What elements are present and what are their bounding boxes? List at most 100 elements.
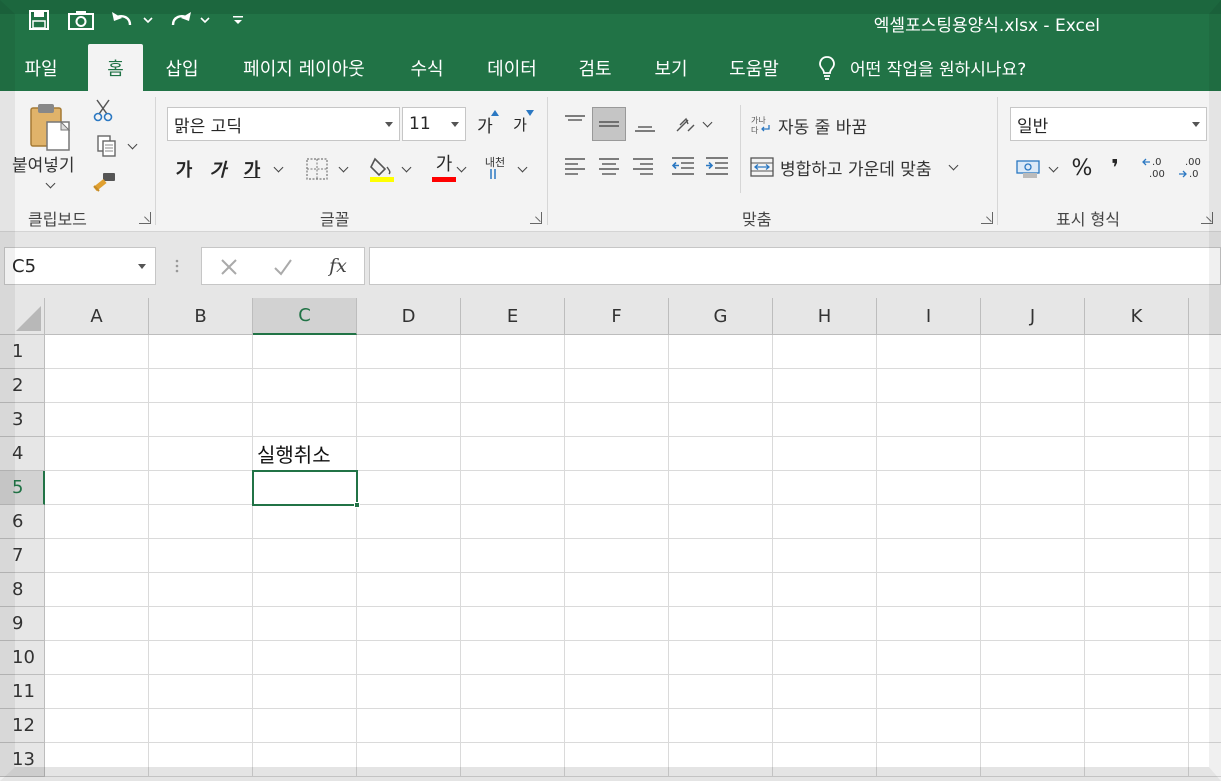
cell-i7[interactable] — [877, 539, 981, 573]
cell-j11[interactable] — [981, 675, 1085, 709]
cell-j4[interactable] — [981, 437, 1085, 471]
cell-c11[interactable] — [253, 675, 357, 709]
cell-j12[interactable] — [981, 709, 1085, 743]
insert-function-icon[interactable]: 𝑓x — [324, 252, 352, 280]
cell-g2[interactable] — [669, 369, 773, 403]
cell-d6[interactable] — [357, 505, 461, 539]
cell-i13[interactable] — [877, 743, 981, 777]
cell-e1[interactable] — [461, 335, 565, 369]
redo-icon[interactable] — [167, 7, 215, 33]
cell-d12[interactable] — [357, 709, 461, 743]
column-header-b[interactable]: B — [149, 298, 253, 335]
phonetic-guide-button[interactable]: 내천 — [482, 151, 508, 185]
cell-a6[interactable] — [45, 505, 149, 539]
cell-d9[interactable] — [357, 607, 461, 641]
cell-h2[interactable] — [773, 369, 877, 403]
align-right-icon[interactable] — [628, 149, 658, 183]
cell-c8[interactable] — [253, 573, 357, 607]
font-color-chevron-icon[interactable] — [452, 161, 470, 177]
cell-e7[interactable] — [461, 539, 565, 573]
cell-h6[interactable] — [773, 505, 877, 539]
cell-g3[interactable] — [669, 403, 773, 437]
cell-b7[interactable] — [149, 539, 253, 573]
cell-h10[interactable] — [773, 641, 877, 675]
cell-a9[interactable] — [45, 607, 149, 641]
cancel-icon[interactable] — [216, 254, 242, 280]
cell-k5[interactable] — [1085, 471, 1189, 505]
cell-f2[interactable] — [565, 369, 669, 403]
row-header-11[interactable]: 11 — [0, 675, 45, 709]
row-header-4[interactable]: 4 — [0, 437, 45, 471]
cell-e13[interactable] — [461, 743, 565, 777]
cell-b2[interactable] — [149, 369, 253, 403]
cell-k12[interactable] — [1085, 709, 1189, 743]
row-header-7[interactable]: 7 — [0, 539, 45, 573]
cell-k6[interactable] — [1085, 505, 1189, 539]
cell-f3[interactable] — [565, 403, 669, 437]
format-painter-icon[interactable] — [90, 169, 118, 195]
cell-f7[interactable] — [565, 539, 669, 573]
cell-b11[interactable] — [149, 675, 253, 709]
cell-e4[interactable] — [461, 437, 565, 471]
cell-e9[interactable] — [461, 607, 565, 641]
tab-file[interactable]: 파일 — [6, 44, 76, 91]
cell-a5[interactable] — [45, 471, 149, 505]
wrap-text-button[interactable]: 가나 다 자동 줄 바꿈 — [750, 109, 890, 141]
number-launcher-icon[interactable] — [1201, 212, 1213, 224]
cell-a8[interactable] — [45, 573, 149, 607]
italic-button[interactable]: 가 — [204, 153, 232, 185]
cell-h9[interactable] — [773, 607, 877, 641]
cell-f10[interactable] — [565, 641, 669, 675]
grow-font-button[interactable]: 가 — [471, 109, 499, 139]
row-header-8[interactable]: 8 — [0, 573, 45, 607]
cell-b10[interactable] — [149, 641, 253, 675]
row-header-1[interactable]: 1 — [0, 335, 45, 369]
cell-a7[interactable] — [45, 539, 149, 573]
accounting-format-button[interactable] — [1010, 153, 1062, 185]
column-header-i[interactable]: I — [877, 298, 981, 335]
increase-indent-icon[interactable] — [702, 149, 732, 183]
cell-c6[interactable] — [253, 505, 357, 539]
cell-k13[interactable] — [1085, 743, 1189, 777]
cell-h11[interactable] — [773, 675, 877, 709]
undo-icon[interactable] — [108, 7, 156, 33]
name-box[interactable]: C5 — [4, 247, 156, 285]
cell-e6[interactable] — [461, 505, 565, 539]
cell-e5[interactable] — [461, 471, 565, 505]
decrease-indent-icon[interactable] — [668, 149, 698, 183]
phonetic-chevron-icon[interactable] — [512, 161, 532, 177]
cell-j1[interactable] — [981, 335, 1085, 369]
cell-h4[interactable] — [773, 437, 877, 471]
tab-review[interactable]: 검토 — [564, 44, 626, 91]
percent-style-button[interactable]: % — [1066, 151, 1098, 185]
cell-a3[interactable] — [45, 403, 149, 437]
cell-b9[interactable] — [149, 607, 253, 641]
cell-j5[interactable] — [981, 471, 1085, 505]
cell-f11[interactable] — [565, 675, 669, 709]
cell-j10[interactable] — [981, 641, 1085, 675]
column-header-h[interactable]: H — [773, 298, 877, 335]
cell-g12[interactable] — [669, 709, 773, 743]
alignment-launcher-icon[interactable] — [981, 212, 993, 224]
cell-h3[interactable] — [773, 403, 877, 437]
cell-k9[interactable] — [1085, 607, 1189, 641]
cell-c5[interactable] — [253, 471, 357, 505]
cell-e2[interactable] — [461, 369, 565, 403]
column-header-g[interactable]: G — [669, 298, 773, 335]
cell-d4[interactable] — [357, 437, 461, 471]
cell-c13[interactable] — [253, 743, 357, 777]
cell-a13[interactable] — [45, 743, 149, 777]
tab-page-layout[interactable]: 페이지 레이아웃 — [226, 44, 382, 91]
cell-h5[interactable] — [773, 471, 877, 505]
comma-style-button[interactable]: ❜ — [1102, 151, 1128, 185]
cell-a2[interactable] — [45, 369, 149, 403]
cell-i10[interactable] — [877, 641, 981, 675]
cell-a11[interactable] — [45, 675, 149, 709]
clipboard-launcher-icon[interactable] — [139, 212, 151, 224]
cell-b12[interactable] — [149, 709, 253, 743]
column-header-j[interactable]: J — [981, 298, 1085, 335]
cell-j3[interactable] — [981, 403, 1085, 437]
cell-g4[interactable] — [669, 437, 773, 471]
cell-i11[interactable] — [877, 675, 981, 709]
cell-i3[interactable] — [877, 403, 981, 437]
